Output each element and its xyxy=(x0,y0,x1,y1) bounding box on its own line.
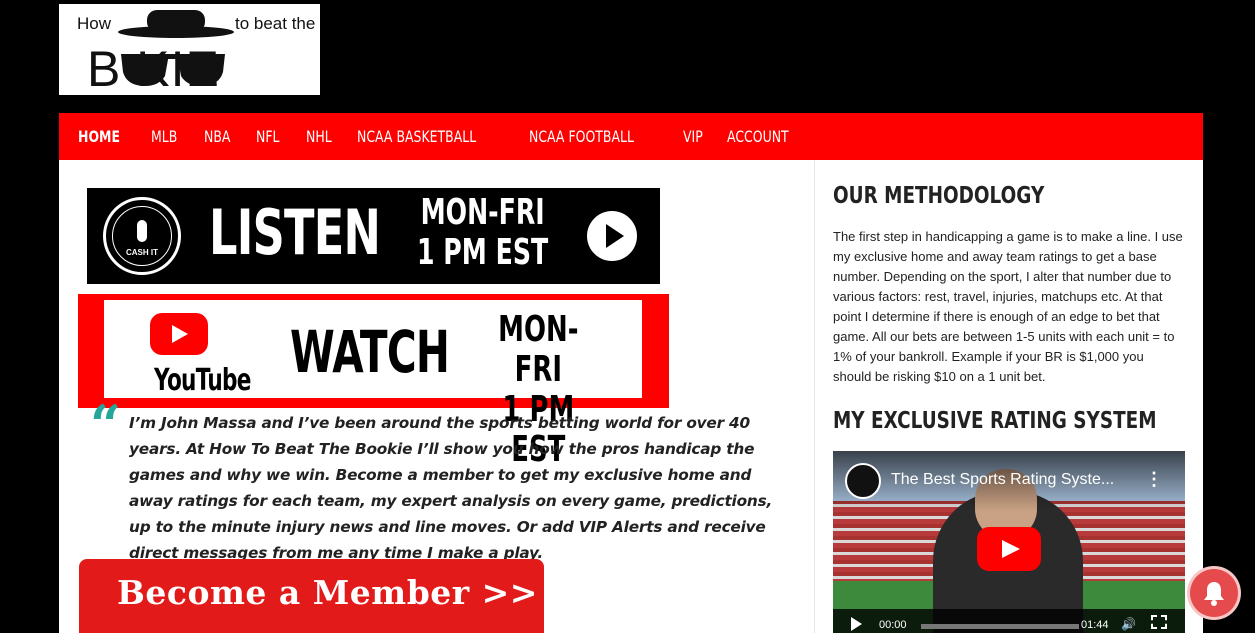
intro-quote: I’m John Massa and I’ve been around the … xyxy=(129,414,773,562)
video-controls: 00:00 01:44 🔊 xyxy=(833,609,1185,633)
video-progress-bar[interactable] xyxy=(921,624,1079,629)
nav-ncaa-basketball[interactable]: NCAA BASKETBALL xyxy=(357,127,476,146)
nav-nhl[interactable]: NHL xyxy=(306,127,332,146)
watch-banner-inner: YouTube WATCH MON-FRI 1 PM EST xyxy=(104,300,642,470)
volume-icon[interactable]: 🔊 xyxy=(1121,617,1136,631)
listen-podcast-banner[interactable]: CASH IT LISTEN MON-FRI 1 PM EST xyxy=(87,188,660,284)
nav-ncaa-football[interactable]: NCAA FOOTBALL xyxy=(529,127,634,146)
sidebar-divider xyxy=(814,160,815,633)
watch-label: WATCH xyxy=(290,318,450,386)
youtube-play-button[interactable] xyxy=(977,527,1041,571)
watch-youtube-banner[interactable]: YouTube WATCH MON-FRI 1 PM EST xyxy=(78,294,669,470)
site-logo[interactable]: How to beat the B KIE xyxy=(59,4,320,95)
microphone-icon xyxy=(137,220,147,242)
watch-schedule-days: MON-FRI xyxy=(498,309,579,390)
nav-home[interactable]: HOME xyxy=(78,127,120,146)
sunglasses-icon xyxy=(121,54,225,86)
listen-schedule-time: 1 PM EST xyxy=(417,232,549,273)
nav-account[interactable]: ACCOUNT xyxy=(727,127,789,146)
methodology-text: The first step in handicapping a game is… xyxy=(833,229,1183,384)
youtube-icon xyxy=(150,313,208,355)
hat-icon xyxy=(118,10,234,38)
nav-mlb[interactable]: MLB xyxy=(151,127,177,146)
fullscreen-icon[interactable] xyxy=(1151,615,1167,629)
bell-icon xyxy=(1204,582,1224,606)
become-member-label: Become a Member >> xyxy=(117,573,538,612)
become-member-button[interactable]: Become a Member >> xyxy=(79,559,544,633)
notification-bell-button[interactable] xyxy=(1190,569,1238,617)
nav-nfl[interactable]: NFL xyxy=(256,127,279,146)
podcast-badge: CASH IT xyxy=(103,197,181,275)
nav-vip[interactable]: VIP xyxy=(683,127,703,146)
logo-text-to-beat: to beat the xyxy=(235,14,316,33)
listen-schedule: MON-FRI 1 PM EST xyxy=(417,193,548,273)
methodology-heading: OUR METHODOLOGY xyxy=(833,183,1045,209)
video-title[interactable]: The Best Sports Rating Syste... xyxy=(891,471,1114,489)
listen-schedule-days: MON-FRI xyxy=(420,192,545,233)
podcast-badge-name: CASH IT xyxy=(126,248,158,257)
play-icon[interactable] xyxy=(587,211,637,261)
youtube-wordmark: YouTube xyxy=(154,363,251,398)
rating-system-heading: MY EXCLUSIVE RATING SYSTEM xyxy=(833,408,1157,434)
main-nav: HOME MLB NBA NFL NHL NCAA BASKETBALL NCA… xyxy=(59,113,1203,160)
channel-avatar[interactable] xyxy=(845,463,881,499)
rating-video-player[interactable]: The Best Sports Rating Syste... ⋮ 00:00 … xyxy=(833,451,1185,633)
play-icon[interactable] xyxy=(851,617,862,631)
video-duration: 01:44 xyxy=(1081,619,1109,631)
more-options-icon[interactable]: ⋮ xyxy=(1145,469,1163,490)
nav-nba[interactable]: NBA xyxy=(204,127,230,146)
video-current-time: 00:00 xyxy=(879,619,907,631)
logo-text-how: How xyxy=(77,14,112,33)
listen-label: LISTEN xyxy=(209,196,381,269)
quote-mark-icon: “ xyxy=(90,393,122,457)
